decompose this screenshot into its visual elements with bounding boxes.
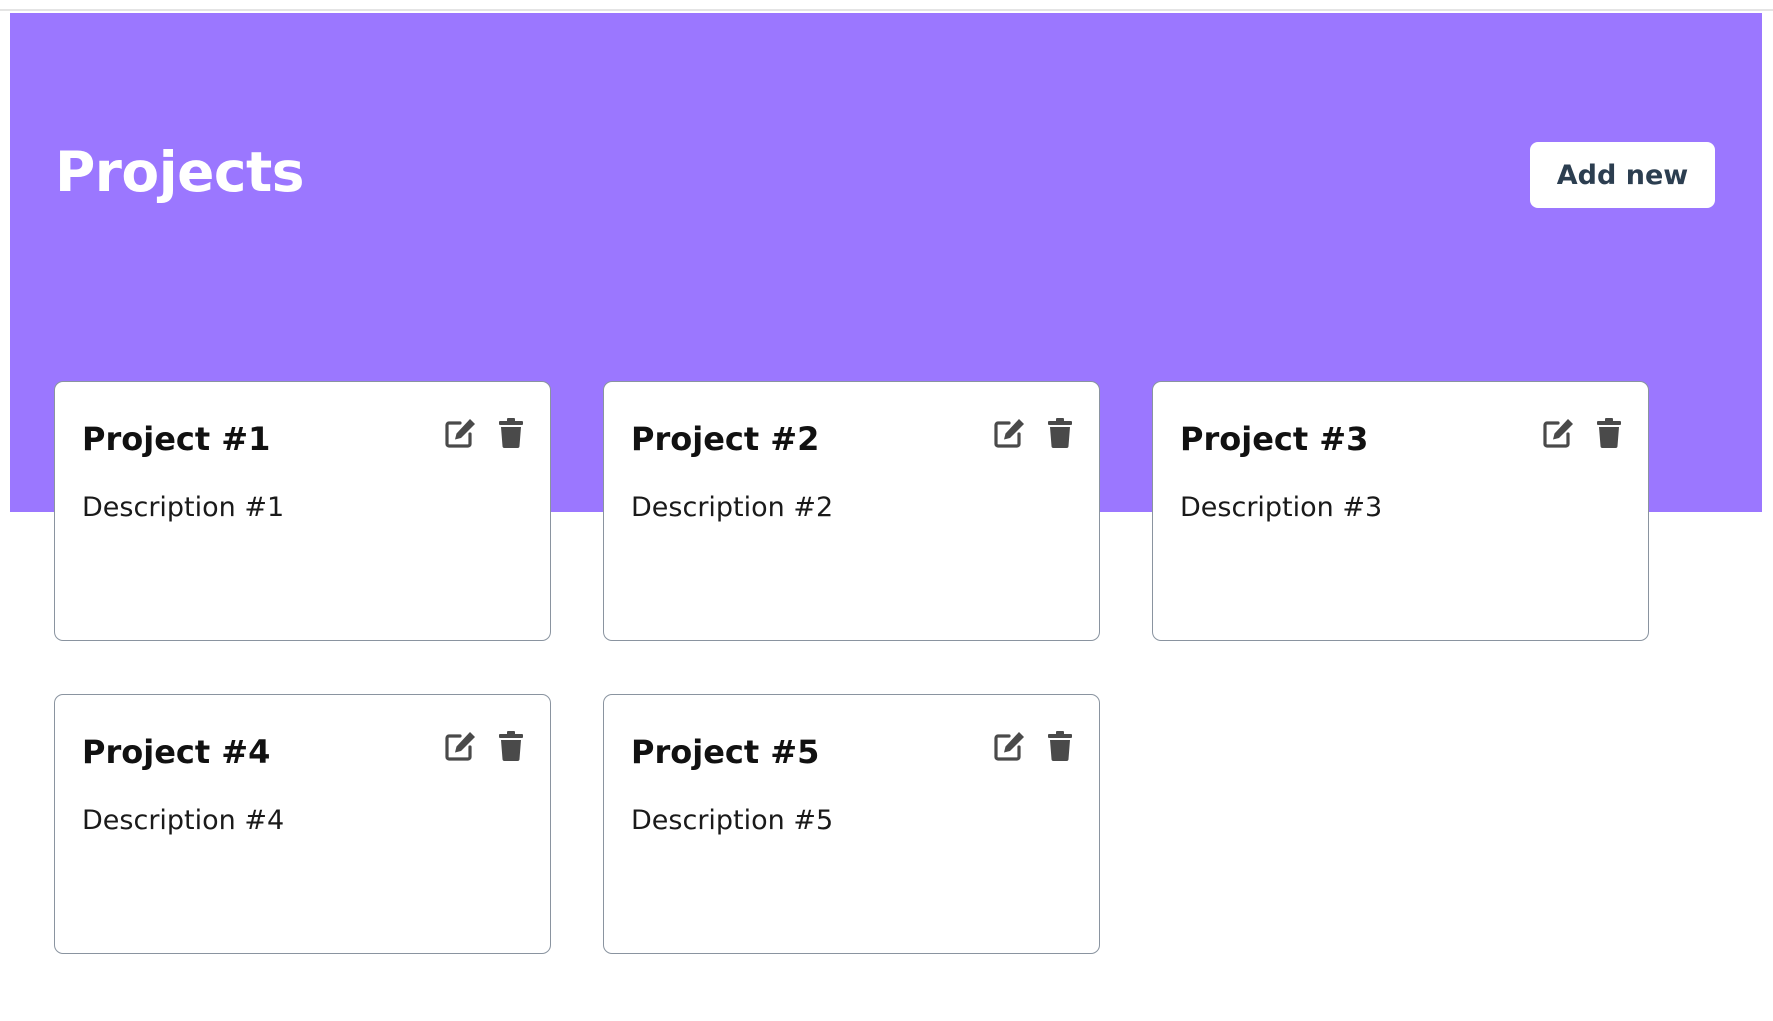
project-card: Project #1 Description #1: [54, 381, 551, 641]
add-new-button[interactable]: Add new: [1530, 142, 1715, 208]
trash-icon[interactable]: [493, 415, 529, 451]
project-card: Project #2 Description #2: [603, 381, 1100, 641]
page-title: Projects: [55, 140, 305, 204]
project-title: Project #5: [631, 733, 820, 771]
edit-icon[interactable]: [443, 728, 479, 764]
project-card: Project #4 Description #4: [54, 694, 551, 954]
project-title: Project #4: [82, 733, 271, 771]
edit-icon[interactable]: [443, 415, 479, 451]
project-description: Description #1: [82, 492, 285, 523]
project-description: Description #5: [631, 805, 834, 836]
trash-icon[interactable]: [1591, 415, 1627, 451]
project-title: Project #3: [1180, 420, 1369, 458]
trash-icon[interactable]: [493, 728, 529, 764]
project-card: Project #3 Description #3: [1152, 381, 1649, 641]
top-divider: [0, 0, 1773, 11]
trash-icon[interactable]: [1042, 415, 1078, 451]
project-card: Project #5 Description #5: [603, 694, 1100, 954]
project-description: Description #2: [631, 492, 834, 523]
trash-icon[interactable]: [1042, 728, 1078, 764]
project-title: Project #1: [82, 420, 271, 458]
project-title: Project #2: [631, 420, 820, 458]
project-description: Description #4: [82, 805, 285, 836]
edit-icon[interactable]: [1541, 415, 1577, 451]
project-description: Description #3: [1180, 492, 1383, 523]
edit-icon[interactable]: [992, 415, 1028, 451]
edit-icon[interactable]: [992, 728, 1028, 764]
